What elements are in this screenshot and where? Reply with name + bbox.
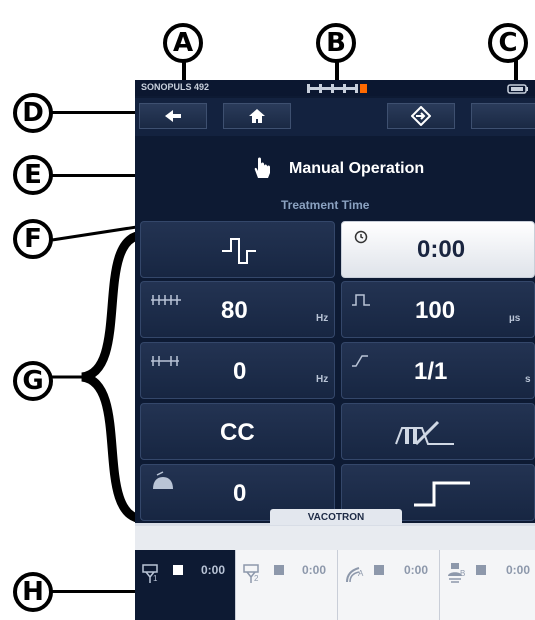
callout-f: F	[13, 219, 53, 259]
frequency-value: 80	[221, 297, 248, 324]
channel-b-stop-icon	[476, 565, 486, 575]
channel-1-stop-icon	[173, 565, 183, 575]
callout-a: A	[163, 23, 203, 63]
channel-2-letter: 2	[254, 574, 259, 583]
navigation-bar	[135, 98, 535, 136]
ratio-button[interactable]: 1/1 s	[341, 342, 535, 399]
hand-icon	[254, 157, 270, 178]
treatment-time-button[interactable]: 0:00	[341, 221, 535, 278]
settings-icon	[411, 106, 431, 126]
home-icon	[249, 109, 265, 123]
battery-icon	[507, 84, 528, 94]
back-arrow-icon	[165, 110, 181, 122]
status-bar: SONOPULS 492	[135, 80, 535, 96]
channel-b-time: 0:00	[506, 563, 531, 577]
callout-e-line	[52, 174, 138, 177]
home-button[interactable]	[223, 103, 291, 129]
channel-a-stop-icon	[374, 565, 384, 575]
ratio-value: 1/1	[414, 358, 448, 385]
channel-2-time: 0:00	[302, 563, 327, 577]
callout-d: D	[13, 93, 53, 133]
callout-h: H	[13, 572, 53, 612]
vacotron-tab[interactable]: VACOTRON	[270, 509, 402, 525]
channel-a-letter: A	[358, 569, 364, 578]
mode-value: CC	[220, 419, 255, 446]
pulse-icon	[352, 294, 370, 306]
frequency-icon	[151, 295, 181, 305]
callout-b: B	[316, 23, 356, 63]
channel-a[interactable]: A 0:00	[337, 550, 439, 620]
model-name: SONOPULS 492	[141, 82, 210, 92]
g-brace	[52, 232, 147, 522]
device-screen: SONOPULS 492 Manual Operation Treatment …	[135, 80, 535, 620]
ratio-unit: s	[525, 374, 531, 385]
channel-2-stop-icon	[274, 565, 284, 575]
settings-button[interactable]	[387, 103, 455, 129]
treatment-time-value: 0:00	[417, 236, 466, 263]
callout-h-line	[52, 590, 138, 593]
modulation-button[interactable]: 0 Hz	[140, 342, 335, 399]
modulation-value: 0	[233, 358, 247, 385]
vacotron-label: VACOTRON	[307, 511, 365, 523]
channel-2[interactable]: 2 0:00	[235, 550, 337, 620]
callout-g: G	[13, 361, 53, 401]
channel-a-time: 0:00	[404, 563, 429, 577]
channel-1-letter: 1	[153, 574, 158, 583]
nav-empty-button[interactable]	[471, 103, 535, 129]
channel-1-time: 0:00	[201, 563, 226, 577]
waveform-button[interactable]	[140, 221, 335, 278]
frequency-unit: Hz	[316, 313, 329, 324]
callout-c: C	[488, 23, 528, 63]
vacuum-value: 0	[233, 480, 247, 507]
channel-b[interactable]: B 0:00	[439, 550, 535, 620]
back-button[interactable]	[139, 103, 207, 129]
progress-indicator	[307, 84, 367, 93]
modulation-icon	[151, 356, 179, 366]
pulse-duration-unit: µs	[509, 313, 521, 324]
step-icon	[414, 481, 470, 507]
channel-1[interactable]: 1 0:00	[135, 550, 235, 620]
envelope-icon	[395, 420, 454, 446]
bell-icon	[153, 471, 173, 489]
ramp-icon	[352, 355, 368, 367]
treatment-time-label: Treatment Time	[281, 198, 370, 212]
pulse-duration-value: 100	[415, 297, 456, 324]
callout-d-line	[52, 111, 138, 114]
channel-b-letter: B	[460, 569, 466, 578]
mode-button[interactable]: CC	[140, 403, 335, 460]
clock-icon	[354, 230, 368, 244]
modulation-unit: Hz	[316, 374, 329, 385]
callout-e: E	[13, 155, 53, 195]
envelope-button[interactable]	[341, 403, 535, 460]
page-title: Manual Operation	[289, 160, 425, 177]
pulse-duration-button[interactable]: 100 µs	[341, 281, 535, 338]
pulse-waveform-icon	[222, 238, 256, 264]
frequency-button[interactable]: 80 Hz	[140, 281, 335, 338]
